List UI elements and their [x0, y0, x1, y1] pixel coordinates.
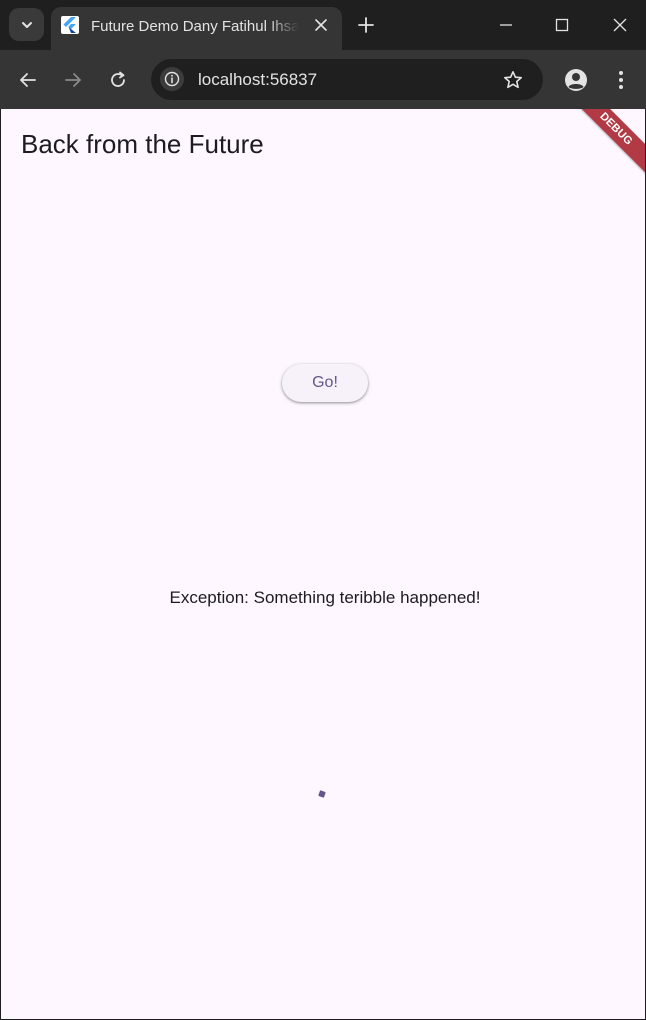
chevron-down-icon — [21, 21, 32, 28]
close-window-button[interactable] — [605, 10, 635, 40]
minimize-button[interactable] — [491, 10, 521, 40]
progress-indicator — [318, 790, 326, 798]
back-button[interactable] — [15, 67, 41, 93]
maximize-icon — [555, 18, 569, 32]
address-bar[interactable]: localhost:56837 — [151, 59, 543, 100]
tab-title: Future Demo Dany Fatihul Ihsan — [91, 18, 299, 35]
site-info-button[interactable] — [160, 67, 184, 91]
arrow-left-icon — [20, 73, 36, 87]
tab-close-button[interactable] — [311, 15, 331, 35]
browser-tab[interactable]: Future Demo Dany Fatihul Ihsan — [51, 7, 342, 50]
browser-menu-button[interactable] — [609, 67, 633, 93]
plus-icon — [358, 17, 374, 33]
person-icon — [565, 69, 587, 91]
new-tab-button[interactable] — [354, 13, 378, 37]
arrow-right-icon — [65, 73, 81, 87]
app-viewport: Back from the Future DEBUG Go! Exception… — [1, 109, 645, 1019]
forward-button[interactable] — [60, 67, 86, 93]
more-vertical-icon — [619, 71, 623, 89]
close-icon — [315, 19, 327, 31]
reload-icon — [111, 71, 125, 87]
tab-search-button[interactable] — [9, 8, 44, 41]
info-icon — [164, 71, 180, 87]
go-button[interactable]: Go! — [282, 364, 368, 402]
reload-button[interactable] — [105, 67, 131, 93]
debug-banner-label: DEBUG — [597, 110, 635, 148]
browser-toolbar: localhost:56837 — [0, 50, 646, 109]
url-text[interactable]: localhost:56837 — [198, 69, 317, 90]
minimize-icon — [500, 24, 512, 26]
star-icon — [504, 71, 522, 89]
close-icon — [613, 18, 627, 32]
tab-strip: Future Demo Dany Fatihul Ihsan — [0, 0, 646, 50]
maximize-button[interactable] — [547, 10, 577, 40]
profile-button[interactable] — [563, 67, 589, 93]
bookmark-button[interactable] — [501, 68, 525, 92]
flutter-logo-icon — [61, 16, 79, 34]
debug-banner: DEBUG — [562, 109, 645, 183]
page-title: Back from the Future — [21, 129, 264, 159]
result-text: Exception: Something teribble happened! — [169, 588, 481, 607]
